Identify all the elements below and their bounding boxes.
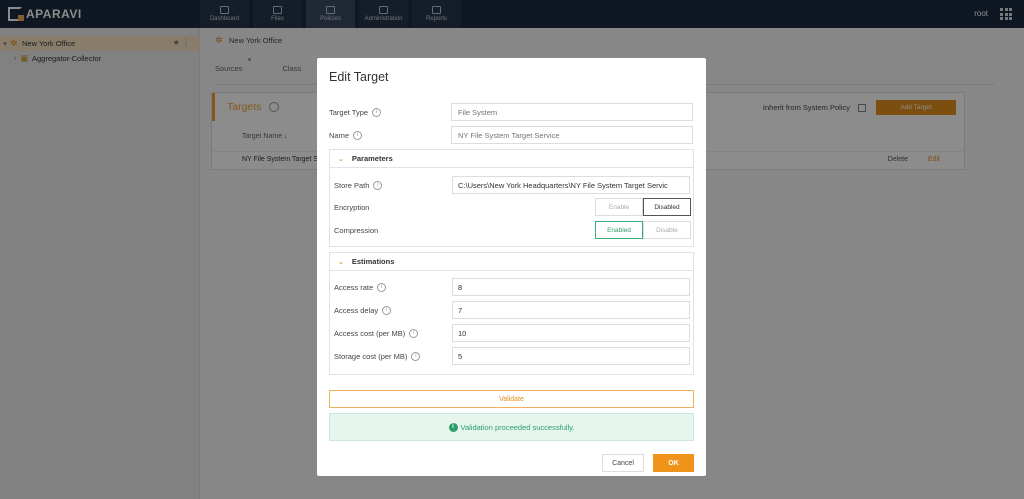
estimations-section: ⌄ Estimations Access ratei Access delayi… <box>329 252 694 375</box>
ok-button[interactable]: OK <box>653 454 694 472</box>
dialog-title: Edit Target <box>329 70 389 84</box>
info-icon[interactable]: i <box>353 130 363 140</box>
storage-cost-row: Storage cost (per MB) i <box>334 347 691 365</box>
compression-enabled-button[interactable]: Enabled <box>595 221 643 239</box>
name-input[interactable] <box>451 126 693 144</box>
info-icon[interactable]: i <box>382 305 392 315</box>
encryption-disabled-button[interactable]: Disabled <box>643 198 691 216</box>
target-type-input[interactable] <box>451 103 693 121</box>
access-rate-row: Access rate i <box>334 278 691 296</box>
compression-disable-button[interactable]: Disable <box>643 221 691 239</box>
target-type-row: Target Type i <box>329 103 693 121</box>
storage-cost-input[interactable] <box>452 347 690 365</box>
chevron-down-icon: ⌄ <box>338 258 344 266</box>
name-row: Name i <box>329 126 693 144</box>
encryption-row: Encryption Enable Disabled <box>334 198 691 216</box>
parameters-section: ⌄ Parameters Store Pathi Encryption Enab… <box>329 149 694 247</box>
access-delay-input[interactable] <box>452 301 690 319</box>
encryption-enable-button[interactable]: Enable <box>595 198 643 216</box>
validate-button[interactable]: Validate <box>329 390 694 408</box>
estimations-header[interactable]: ⌄ Estimations <box>330 253 693 271</box>
encryption-toggle: Enable Disabled <box>595 198 691 216</box>
access-delay-row: Access delay i <box>334 301 691 319</box>
access-cost-row: Access cost (per MB) i <box>334 324 691 342</box>
store-path-input[interactable] <box>452 176 690 194</box>
edit-target-dialog: Edit Target Target Typei Namei ⌄ Paramet… <box>317 58 706 476</box>
access-rate-input[interactable] <box>452 278 690 296</box>
chevron-down-icon: ⌄ <box>338 155 344 163</box>
parameters-header[interactable]: ⌄ Parameters <box>330 150 693 168</box>
cancel-button[interactable]: Cancel <box>602 454 644 472</box>
store-path-row: Store Path i <box>334 176 691 194</box>
info-filled-icon: i <box>448 422 458 432</box>
info-icon[interactable]: i <box>409 328 419 338</box>
access-cost-input[interactable] <box>452 324 690 342</box>
info-icon[interactable]: i <box>373 180 383 190</box>
compression-toggle: Enabled Disable <box>595 221 691 239</box>
info-icon[interactable]: i <box>377 282 387 292</box>
compression-row: Compression Enabled Disable <box>334 221 691 239</box>
info-icon[interactable]: i <box>411 351 421 361</box>
info-icon[interactable]: i <box>372 107 382 117</box>
validation-success-message: i Validation proceeded successfully. <box>329 413 694 441</box>
